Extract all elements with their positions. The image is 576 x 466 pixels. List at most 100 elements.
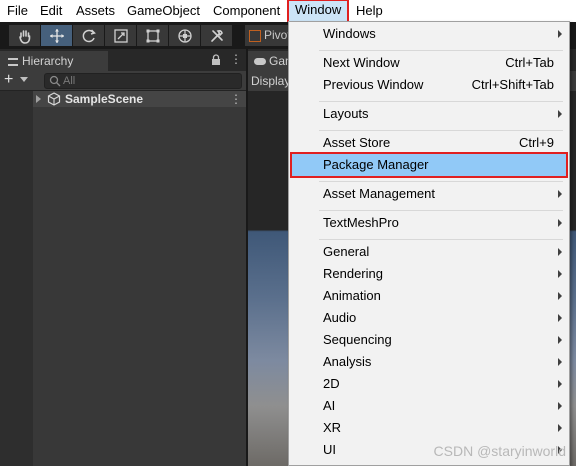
next-window-shortcut: Ctrl+Tab	[505, 55, 554, 70]
pivot-label: Pivot	[264, 28, 291, 42]
menu-assets[interactable]: Assets	[76, 0, 115, 22]
asset-store-label: Asset Store	[323, 135, 391, 150]
menu-item-asset-store[interactable]: Asset Store Ctrl+9	[289, 132, 569, 154]
rect-tool-button[interactable]	[137, 25, 169, 46]
search-icon	[49, 75, 61, 87]
hierarchy-tab-bar: Hierarchy ⋮	[0, 49, 246, 71]
menu-item-2d[interactable]: 2D	[289, 373, 569, 395]
previous-window-shortcut: Ctrl+Shift+Tab	[471, 77, 554, 92]
transform-icon	[177, 28, 192, 43]
menu-separator	[319, 239, 563, 240]
scale-icon	[113, 28, 128, 43]
hand-tool-button[interactable]	[9, 25, 41, 46]
menu-item-asset-management[interactable]: Asset Management	[289, 183, 569, 205]
hierarchy-gutter	[0, 91, 33, 466]
hierarchy-body	[0, 91, 246, 466]
hierarchy-toolbar: + All	[0, 71, 246, 91]
windows-label: Windows	[323, 26, 376, 41]
menu-item-rendering[interactable]: Rendering	[289, 263, 569, 285]
submenu-arrow-icon	[558, 292, 562, 300]
submenu-arrow-icon	[558, 424, 562, 432]
submenu-arrow-icon	[558, 380, 562, 388]
rotate-tool-button[interactable]	[73, 25, 105, 46]
scene-more-icon[interactable]: ⋮	[230, 92, 242, 106]
rect-transform-icon	[146, 29, 159, 42]
sequencing-label: Sequencing	[323, 332, 392, 347]
audio-label: Audio	[323, 310, 357, 325]
hierarchy-more-icon[interactable]: ⋮	[230, 52, 242, 66]
window-menu: Windows Next Window Ctrl+Tab Previous Wi…	[288, 21, 570, 466]
menu-help[interactable]: Help	[356, 0, 383, 22]
menu-separator	[319, 130, 563, 131]
analysis-label: Analysis	[323, 354, 372, 369]
watermark: CSDN @staryinworld	[433, 443, 566, 459]
asset-management-label: Asset Management	[323, 186, 436, 201]
scene-row[interactable]: SampleScene ⋮	[33, 91, 246, 107]
submenu-arrow-icon	[558, 190, 562, 198]
menu-item-audio[interactable]: Audio	[289, 307, 569, 329]
submenu-arrow-icon	[558, 402, 562, 410]
move-icon	[49, 28, 64, 43]
menu-window[interactable]: Window	[287, 0, 350, 23]
move-tool-button[interactable]	[41, 25, 73, 46]
submenu-arrow-icon	[558, 110, 562, 118]
previous-window-label: Previous Window	[323, 77, 424, 92]
animation-label: Animation	[323, 288, 381, 303]
tools-icon	[210, 29, 223, 42]
lock-icon[interactable]	[211, 54, 221, 66]
custom-tool-button[interactable]	[201, 25, 233, 46]
hierarchy-search-input[interactable]: All	[44, 73, 242, 89]
twod-label: 2D	[323, 376, 340, 391]
expand-arrow-icon[interactable]	[36, 95, 41, 103]
menu-component[interactable]: Component	[213, 0, 280, 22]
submenu-arrow-icon	[558, 30, 562, 38]
menu-edit[interactable]: Edit	[40, 0, 62, 22]
menu-item-layouts[interactable]: Layouts	[289, 103, 569, 125]
package-manager-label: Package Manager	[323, 157, 429, 172]
menu-item-general[interactable]: General	[289, 241, 569, 263]
asset-store-shortcut: Ctrl+9	[518, 135, 554, 150]
unity-scene-icon	[47, 92, 61, 106]
transform-tool-button[interactable]	[169, 25, 201, 46]
submenu-arrow-icon	[558, 219, 562, 227]
menu-item-windows[interactable]: Windows	[289, 23, 569, 45]
rendering-label: Rendering	[323, 266, 383, 281]
xr-label: XR	[323, 420, 342, 435]
menu-item-ai[interactable]: AI	[289, 395, 569, 417]
menu-bar: File Edit Assets GameObject Component Wi…	[0, 0, 576, 23]
submenu-arrow-icon	[558, 270, 562, 278]
menu-separator	[319, 50, 563, 51]
submenu-arrow-icon	[558, 248, 562, 256]
menu-separator	[319, 181, 563, 182]
ai-label: AI	[323, 398, 336, 413]
menu-item-xr[interactable]: XR	[289, 417, 569, 439]
layouts-label: Layouts	[323, 106, 369, 121]
search-placeholder: All	[63, 75, 76, 87]
hierarchy-list-icon	[8, 57, 18, 66]
menu-item-textmeshpro[interactable]: TextMeshPro	[289, 212, 569, 234]
menu-item-sequencing[interactable]: Sequencing	[289, 329, 569, 351]
transform-tools	[9, 25, 233, 46]
tab-hierarchy[interactable]: Hierarchy	[0, 51, 108, 71]
ui-label: UI	[323, 442, 336, 457]
pivot-icon	[249, 29, 261, 42]
scene-name: SampleScene	[65, 92, 144, 106]
add-icon[interactable]: +	[4, 72, 13, 88]
menu-item-animation[interactable]: Animation	[289, 285, 569, 307]
submenu-arrow-icon	[558, 336, 562, 344]
next-window-label: Next Window	[323, 55, 400, 70]
general-label: General	[323, 244, 370, 259]
menu-file[interactable]: File	[7, 0, 28, 22]
menu-separator	[319, 210, 563, 211]
menu-gameobject[interactable]: GameObject	[127, 0, 200, 22]
menu-separator	[319, 101, 563, 102]
add-dropdown-caret-icon[interactable]	[20, 77, 28, 82]
textmeshpro-label: TextMeshPro	[323, 215, 399, 230]
submenu-arrow-icon	[558, 358, 562, 366]
menu-item-package-manager[interactable]: Package Manager	[290, 152, 568, 178]
rotate-icon	[82, 28, 96, 42]
menu-item-previous-window[interactable]: Previous Window Ctrl+Shift+Tab	[289, 74, 569, 96]
menu-item-next-window[interactable]: Next Window Ctrl+Tab	[289, 52, 569, 74]
menu-item-analysis[interactable]: Analysis	[289, 351, 569, 373]
scale-tool-button[interactable]	[105, 25, 137, 46]
